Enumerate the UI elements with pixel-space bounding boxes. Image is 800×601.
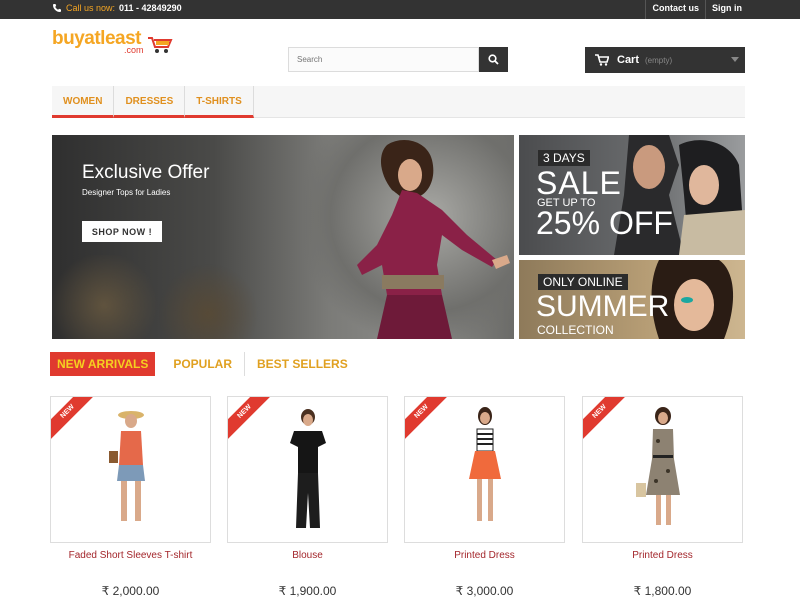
banner-title: Exclusive Offer (82, 162, 210, 183)
new-badge: NEW (583, 397, 629, 441)
product-card[interactable]: NEW (582, 396, 743, 543)
site-logo[interactable]: buyatleast .com (52, 28, 173, 56)
search-button[interactable] (479, 47, 508, 72)
sale-percent: 25% OFF (536, 205, 673, 241)
product-card[interactable]: NEW (227, 396, 388, 543)
product-name[interactable]: Printed Dress (404, 550, 565, 561)
search-box (288, 47, 508, 72)
phone-contact: Call us now: 011 - 42849290 (52, 3, 182, 13)
logo-domain: .com (124, 45, 144, 55)
top-links: Contact us Sign in (645, 0, 748, 19)
call-label: Call us now: (66, 3, 116, 13)
product-price: ₹ 2,000.00 (101, 584, 160, 598)
sign-in-link[interactable]: Sign in (705, 0, 748, 19)
cart-icon (595, 54, 609, 66)
cart-label: Cart (617, 54, 640, 66)
banner-sale[interactable]: 3 DAYS SALE GET UP TO 25% OFF (519, 135, 745, 255)
new-badge: NEW (228, 397, 274, 441)
product-name[interactable]: Blouse (227, 550, 388, 561)
top-bar: Call us now: 011 - 42849290 Contact us S… (0, 0, 800, 19)
product-price: ₹ 1,800.00 (633, 584, 692, 598)
logo-cart-icon (148, 37, 173, 53)
chevron-down-icon (731, 57, 739, 62)
product-name[interactable]: Printed Dress (582, 550, 743, 561)
cart-status: (empty) (645, 55, 673, 65)
nav-item-tshirts[interactable]: T-SHIRTS (185, 86, 254, 118)
new-badge: NEW (405, 397, 451, 441)
summer-sub: COLLECTION (537, 323, 614, 337)
cart-button[interactable]: Cart (empty) (585, 47, 745, 73)
product-image (289, 409, 326, 528)
product-price: ₹ 3,000.00 (455, 584, 514, 598)
summer-headline: SUMMER (536, 290, 670, 323)
nav-item-dresses[interactable]: DRESSES (114, 86, 186, 118)
tab-new-arrivals[interactable]: NEW ARRIVALS (50, 352, 156, 376)
product-name[interactable]: Faded Short Sleeves T-shirt (50, 550, 211, 561)
shop-now-button[interactable]: SHOP NOW ! (82, 221, 162, 242)
product-image (635, 407, 680, 525)
product-image (468, 407, 501, 521)
product-card[interactable]: NEW (404, 396, 565, 543)
online-badge: ONLY ONLINE (538, 274, 628, 290)
phone-icon (53, 4, 61, 12)
tab-popular[interactable]: POPULAR (161, 352, 246, 376)
new-badge: NEW (51, 397, 97, 441)
search-input[interactable] (288, 47, 479, 72)
tab-best-sellers[interactable]: BEST SELLERS (245, 352, 360, 376)
product-image (108, 411, 145, 521)
banner-lights (52, 255, 312, 339)
product-tabs: NEW ARRIVALS POPULAR BEST SELLERS (50, 352, 360, 376)
banner-subtitle: Designer Tops for Ladies (82, 188, 171, 197)
banner-model-image (357, 140, 510, 339)
product-price: ₹ 1,900.00 (278, 584, 337, 598)
banner-exclusive-offer[interactable]: Exclusive Offer Designer Tops for Ladies… (52, 135, 514, 339)
product-card[interactable]: NEW (50, 396, 211, 543)
main-nav: WOMEN DRESSES T-SHIRTS (52, 86, 745, 118)
contact-us-link[interactable]: Contact us (645, 0, 705, 19)
phone-number: 011 - 42849290 (119, 3, 182, 13)
banner-summer[interactable]: ONLY ONLINE SUMMER COLLECTION (519, 260, 745, 339)
search-icon (488, 54, 499, 65)
nav-item-women[interactable]: WOMEN (52, 86, 115, 118)
sale-days-badge: 3 DAYS (538, 150, 590, 166)
